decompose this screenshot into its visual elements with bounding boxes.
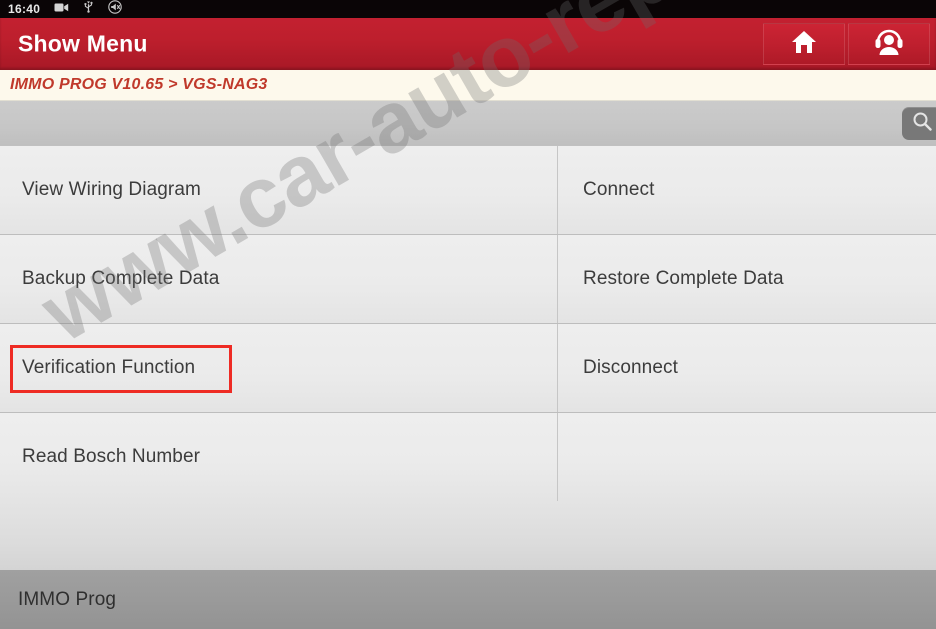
menu-toolbar xyxy=(0,101,936,145)
menu-item-label: Restore Complete Data xyxy=(583,268,784,289)
mute-icon xyxy=(108,0,122,19)
home-button[interactable] xyxy=(763,23,845,65)
screen-record-icon xyxy=(54,0,69,18)
menu-grid: View Wiring Diagram Connect Backup Compl… xyxy=(0,145,936,502)
status-time: 16:40 xyxy=(8,2,41,16)
android-status-bar: 16:40 xyxy=(0,0,936,18)
bottom-status-bar: IMMO Prog xyxy=(0,570,936,629)
breadcrumb-text: IMMO PROG V10.65 > VGS-NAG3 xyxy=(10,76,268,93)
menu-item-label: Disconnect xyxy=(583,357,678,378)
support-button[interactable] xyxy=(848,23,930,65)
breadcrumb: IMMO PROG V10.65 > VGS-NAG3 xyxy=(0,70,936,101)
menu-item-view-wiring-diagram[interactable]: View Wiring Diagram xyxy=(0,146,557,234)
content-filler xyxy=(0,501,936,570)
menu-item-label: Read Bosch Number xyxy=(22,446,201,467)
menu-item-disconnect[interactable]: Disconnect xyxy=(557,324,936,412)
title-bar-actions xyxy=(763,23,930,65)
app-title-bar: Show Menu xyxy=(0,18,936,70)
menu-item-backup-complete-data[interactable]: Backup Complete Data xyxy=(0,235,557,323)
menu-row: Read Bosch Number xyxy=(0,413,936,502)
menu-item-label: View Wiring Diagram xyxy=(22,179,201,200)
menu-row: Verification Function Disconnect xyxy=(0,324,936,413)
menu-item-verification-function[interactable]: Verification Function xyxy=(0,324,557,412)
menu-item-empty xyxy=(557,413,936,501)
menu-item-read-bosch-number[interactable]: Read Bosch Number xyxy=(0,413,557,501)
search-button[interactable] xyxy=(902,107,936,140)
usb-icon xyxy=(82,0,95,18)
menu-row: Backup Complete Data Restore Complete Da… xyxy=(0,235,936,324)
page-title: Show Menu xyxy=(18,30,148,57)
menu-item-connect[interactable]: Connect xyxy=(557,146,936,234)
headset-support-icon xyxy=(873,28,905,61)
menu-item-label: Backup Complete Data xyxy=(22,268,220,289)
menu-item-label: Connect xyxy=(583,179,655,200)
menu-item-label: Verification Function xyxy=(22,357,196,378)
menu-item-restore-complete-data[interactable]: Restore Complete Data xyxy=(557,235,936,323)
status-icon-group xyxy=(54,0,122,19)
home-icon xyxy=(790,29,818,60)
menu-row: View Wiring Diagram Connect xyxy=(0,146,936,235)
search-icon xyxy=(911,110,933,137)
bottom-bar-label: IMMO Prog xyxy=(18,588,117,610)
